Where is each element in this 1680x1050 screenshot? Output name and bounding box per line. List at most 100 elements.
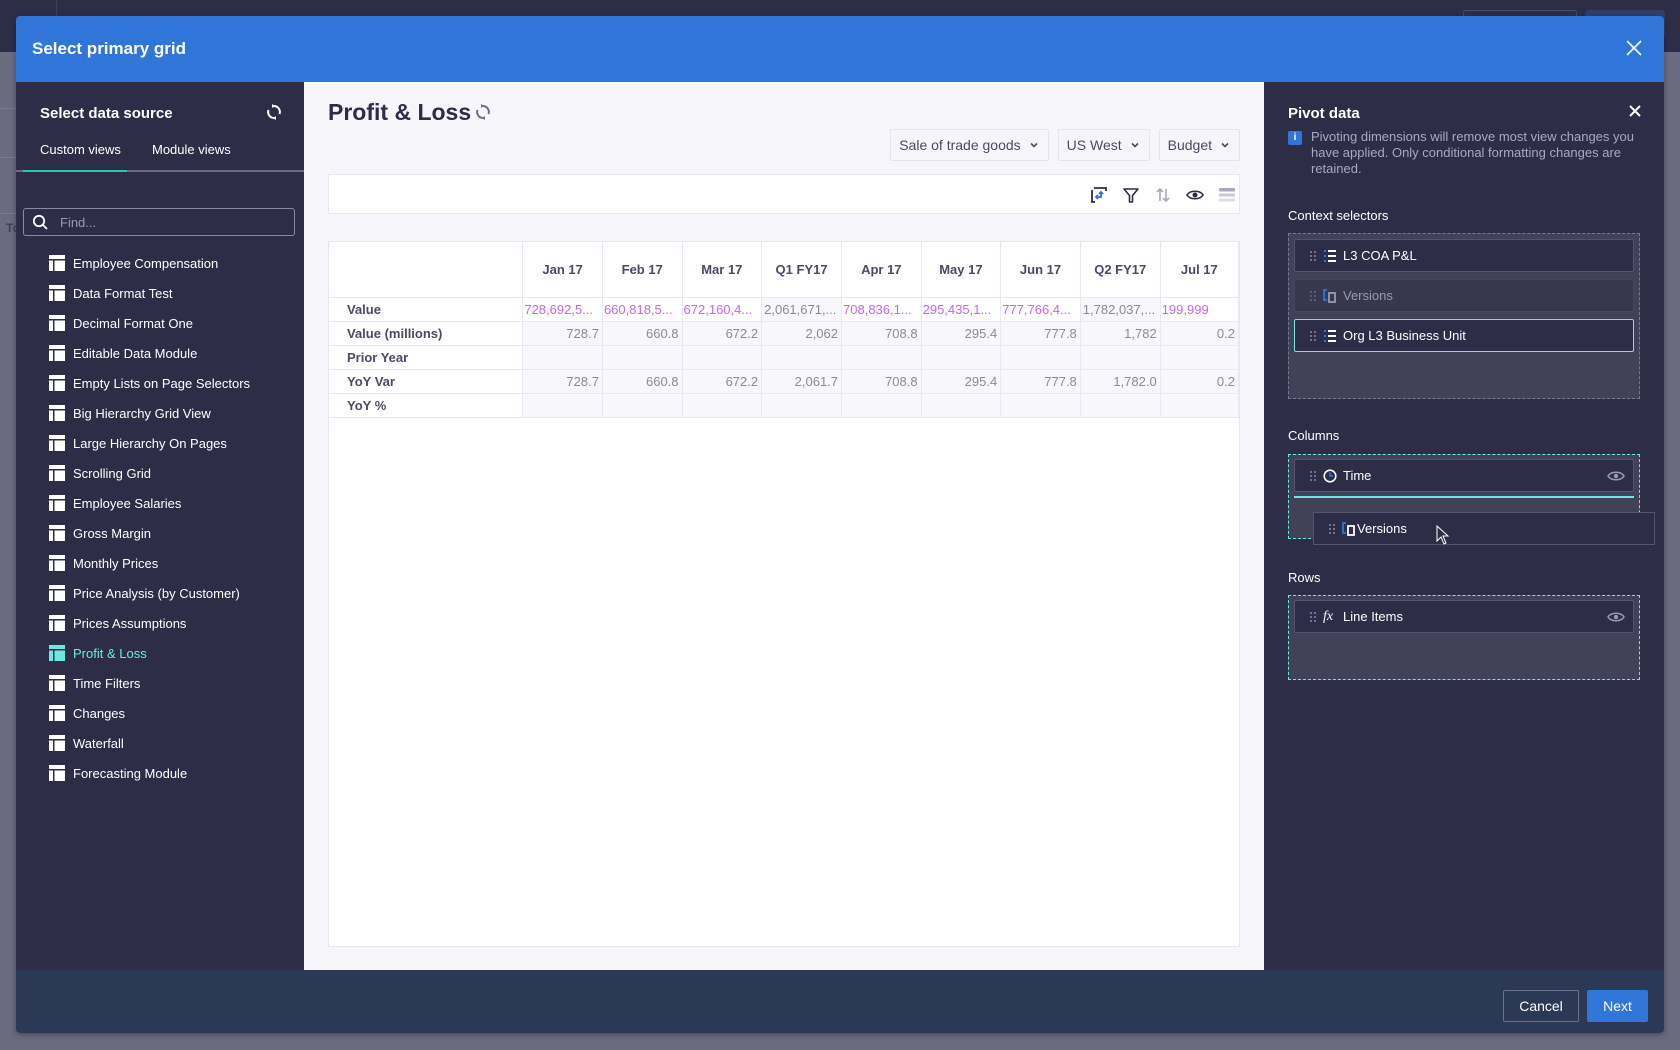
grid-cell[interactable]: 0.2	[1159, 320, 1239, 346]
refresh-icon[interactable]	[475, 104, 491, 120]
line-item-selector[interactable]: Sale of trade goods	[890, 129, 1049, 161]
filter-icon[interactable]	[1121, 185, 1141, 205]
grid-cell[interactable]	[761, 344, 843, 370]
grid-cell[interactable]	[761, 392, 843, 418]
next-button[interactable]: Next	[1587, 990, 1648, 1022]
grid-cell[interactable]: 708.8	[841, 320, 922, 346]
drag-handle-icon[interactable]	[1309, 330, 1317, 342]
eye-icon[interactable]	[1607, 469, 1625, 483]
grid-cell[interactable]	[681, 344, 763, 370]
grid-cell[interactable]	[1159, 392, 1239, 418]
grid-cell[interactable]: 728,692,5...	[522, 296, 603, 322]
pivot-chip[interactable]: Org L3 Business Unit	[1294, 319, 1634, 352]
data-source-item[interactable]: Profit & Loss	[16, 638, 304, 668]
data-source-item[interactable]: Employee Salaries	[16, 488, 304, 518]
data-source-item[interactable]: Time Filters	[16, 668, 304, 698]
grid-cell[interactable]	[522, 392, 603, 418]
grid-cell[interactable]: 295,435,1...	[920, 296, 1002, 322]
tab-custom-views[interactable]: Custom views	[40, 142, 121, 172]
grid-cell[interactable]: 1,782,037,...	[1079, 296, 1161, 322]
grid-cell[interactable]	[601, 392, 683, 418]
grid-cell[interactable]: 660.8	[601, 320, 683, 346]
dragging-chip[interactable]: Versions	[1313, 512, 1655, 545]
data-source-item[interactable]: Price Analysis (by Customer)	[16, 578, 304, 608]
item-label: Decimal Format One	[73, 315, 193, 331]
grid-cell[interactable]: 728.7	[522, 368, 603, 394]
grid-cell[interactable]	[522, 344, 603, 370]
eye-icon[interactable]	[1607, 610, 1625, 624]
grid-cell[interactable]: 0.2	[1159, 368, 1239, 394]
pivot-chip[interactable]: L3 COA P&L	[1294, 239, 1634, 272]
search-input[interactable]	[60, 212, 284, 232]
data-source-item[interactable]: Monthly Prices	[16, 548, 304, 578]
show-hide-icon[interactable]	[1185, 185, 1205, 205]
refresh-icon[interactable]	[266, 104, 282, 120]
mouse-cursor-icon	[1436, 525, 1450, 545]
grid-cell[interactable]: 708.8	[841, 368, 922, 394]
density-icon[interactable]	[1217, 185, 1237, 205]
data-source-item[interactable]: Gross Margin	[16, 518, 304, 548]
cancel-button[interactable]: Cancel	[1503, 990, 1579, 1022]
tab-module-views[interactable]: Module views	[152, 142, 231, 172]
grid-cell[interactable]: 672.2	[681, 320, 763, 346]
data-source-item[interactable]: Decimal Format One	[16, 308, 304, 338]
grid-cell[interactable]	[1079, 344, 1161, 370]
chip-label: Org L3 Business Unit	[1343, 328, 1466, 343]
rows-drop-zone[interactable]: fx Line Items	[1288, 595, 1640, 680]
drag-handle-icon[interactable]	[1328, 523, 1336, 535]
grid-cell[interactable]	[920, 392, 1002, 418]
pivot-icon[interactable]	[1089, 185, 1109, 205]
grid-cell[interactable]: 2,062	[761, 320, 843, 346]
grid-cell[interactable]	[841, 344, 922, 370]
grid-cell[interactable]: 295.4	[920, 320, 1002, 346]
data-source-item[interactable]: Empty Lists on Page Selectors	[16, 368, 304, 398]
grid-cell[interactable]	[841, 392, 922, 418]
grid-cell[interactable]: 777,766,4...	[1000, 296, 1081, 322]
version-selector[interactable]: Budget	[1158, 129, 1240, 161]
grid-cell[interactable]: 728.7	[522, 320, 603, 346]
grid-cell[interactable]: 2,061,671,...	[761, 296, 843, 322]
grid-cell[interactable]: 1,782.0	[1079, 368, 1161, 394]
grid-cell[interactable]	[1000, 392, 1081, 418]
sort-icon[interactable]	[1153, 185, 1173, 205]
data-source-item[interactable]: Forecasting Module	[16, 758, 304, 788]
grid-cell[interactable]: 672,160,4...	[681, 296, 763, 322]
data-source-item[interactable]: Prices Assumptions	[16, 608, 304, 638]
grid-cell[interactable]	[1000, 344, 1081, 370]
close-icon[interactable]	[1628, 104, 1642, 118]
close-icon[interactable]	[1622, 36, 1646, 60]
grid-cell[interactable]: 777.8	[1000, 368, 1081, 394]
grid-cell[interactable]: 660.8	[601, 368, 683, 394]
grid-cell[interactable]: 708,836,1...	[841, 296, 922, 322]
data-source-item[interactable]: Waterfall	[16, 728, 304, 758]
pivot-chip[interactable]: fx Line Items	[1294, 600, 1634, 633]
grid-cell[interactable]: 2,061.7	[761, 368, 843, 394]
drag-handle-icon[interactable]	[1309, 470, 1317, 482]
grid-cell[interactable]	[681, 392, 763, 418]
region-selector[interactable]: US West	[1057, 129, 1150, 161]
grid-cell[interactable]	[601, 344, 683, 370]
data-source-item[interactable]: Employee Compensation	[16, 248, 304, 278]
data-source-list: Employee Compensation Data Format Test Dec…	[16, 248, 304, 788]
grid-cell[interactable]	[920, 344, 1002, 370]
grid-view-icon	[49, 435, 65, 451]
drag-handle-icon[interactable]	[1309, 250, 1317, 262]
grid-cell[interactable]: 660,818,5...	[601, 296, 683, 322]
data-source-item[interactable]: Editable Data Module	[16, 338, 304, 368]
grid-cell[interactable]: 295.4	[920, 368, 1002, 394]
data-source-item[interactable]: Changes	[16, 698, 304, 728]
grid-cell[interactable]: 777.8	[1000, 320, 1081, 346]
data-source-item[interactable]: Scrolling Grid	[16, 458, 304, 488]
data-source-item[interactable]: Large Hierarchy On Pages	[16, 428, 304, 458]
drag-handle-icon[interactable]	[1309, 611, 1317, 623]
data-source-item[interactable]: Data Format Test	[16, 278, 304, 308]
grid-cell[interactable]: 1,782	[1079, 320, 1161, 346]
data-source-item[interactable]: Big Hierarchy Grid View	[16, 398, 304, 428]
grid-cell[interactable]	[1159, 344, 1239, 370]
grid-cell[interactable]	[1079, 392, 1161, 418]
grid-cell[interactable]: 672.2	[681, 368, 763, 394]
pivot-chip[interactable]: Time	[1294, 459, 1634, 492]
grid-cell[interactable]: 199,999	[1159, 296, 1239, 322]
context-selectors-drop-zone[interactable]: L3 COA P&L Versions Org L3 Business Unit	[1288, 233, 1640, 399]
column-header: Jun 17	[1000, 242, 1081, 298]
